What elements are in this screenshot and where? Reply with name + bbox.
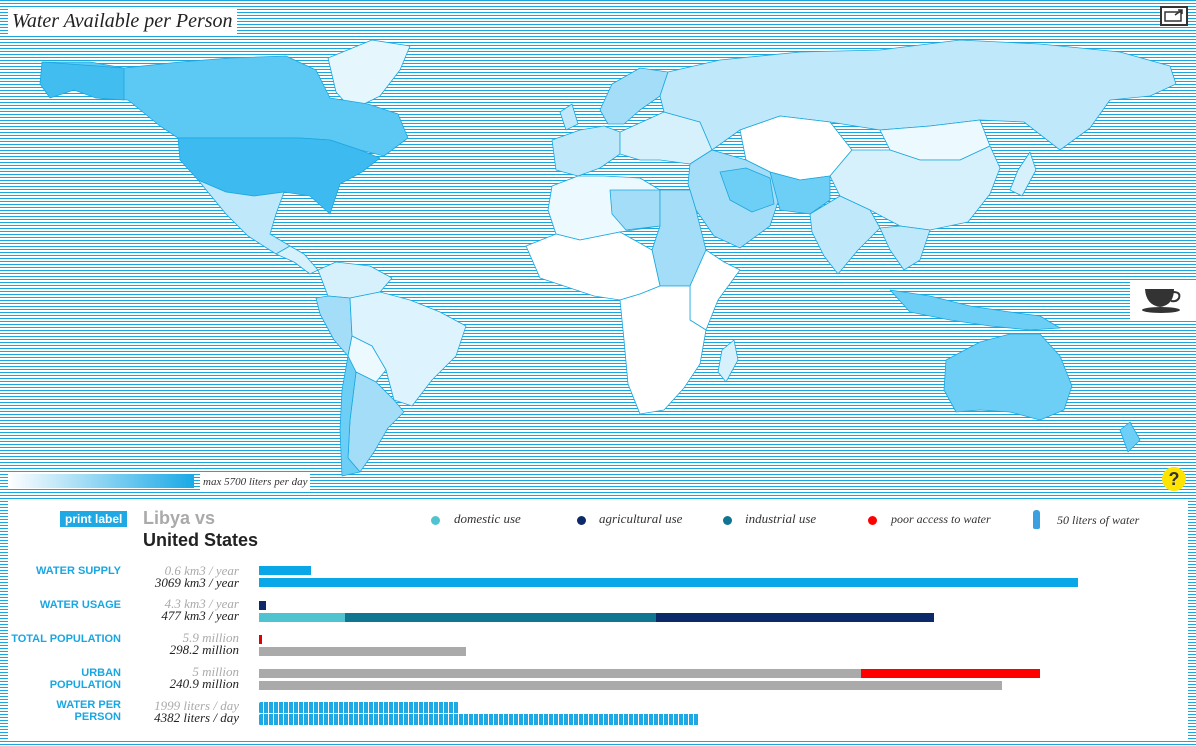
region-west-africa[interactable] [525,231,661,301]
water-usage-b: 477 km3 / year [161,608,239,623]
fullscreen-icon[interactable] [1160,6,1188,26]
country-united-kingdom[interactable] [559,103,579,131]
world-map[interactable] [0,0,1196,496]
map-title: Water Available per Person [8,8,237,34]
legend-poor-access: poor access to water [891,512,991,526]
urban-population-b: 240.9 million [169,676,239,691]
poor-access-dot-icon [868,516,877,525]
country-japan[interactable] [1009,151,1037,197]
bar-total-population-b [259,647,466,656]
legend-agricultural: agricultural use [599,511,683,526]
country-a-title: Libya vs [143,508,216,528]
map-area[interactable]: Water Available per Person max 5700 lite… [0,0,1196,496]
coffee-cup-icon[interactable] [1130,281,1196,319]
country-madagascar[interactable] [717,339,739,383]
country-alaska[interactable] [39,61,125,101]
region-central-america[interactable] [275,245,319,275]
print-label-button[interactable]: print label [60,511,128,527]
bar-water-supply-a [259,566,311,575]
region-peru[interactable] [315,295,353,357]
bar-urban-population-b [259,681,1002,690]
water-per-person-b: 4382 liters / day [154,710,239,725]
region-indonesia[interactable] [889,289,1061,331]
legend-max-label: max 5700 liters per day [200,474,311,490]
legend-gradient [8,474,194,488]
comparison-panel: print label Libya vs United States domes… [8,499,1188,741]
legend-50-liters: 50 liters of water [1057,513,1140,527]
country-australia[interactable] [943,333,1073,421]
region-western-europe[interactable] [551,125,621,177]
bar-water-usage-b-domestic [259,613,345,622]
bar-water-usage-b-agricultural [656,613,934,622]
legend-industrial: industrial use [745,511,817,526]
water-supply-b: 3069 km3 / year [154,575,239,590]
bottles-water-per-person-a [259,702,459,713]
country-new-zealand[interactable] [1119,421,1141,453]
country-b-title: United States [143,530,259,550]
total-population-b: 298.2 million [169,642,239,657]
bottles-water-per-person-b [259,714,699,725]
help-icon[interactable]: ? [1162,467,1186,491]
agricultural-dot-icon [577,516,586,525]
bar-water-supply-b [259,578,1078,587]
bar-total-population-a [259,635,262,644]
bar-urban-poor-access-a [861,669,1040,678]
water-bottle-icon [1033,510,1040,529]
region-southeast-asia[interactable] [879,225,931,271]
bar-water-usage-a [259,601,266,610]
legend-domestic: domestic use [454,511,521,526]
industrial-dot-icon [723,516,732,525]
domestic-dot-icon [431,516,440,525]
bar-water-usage-b-industrial [345,613,656,622]
